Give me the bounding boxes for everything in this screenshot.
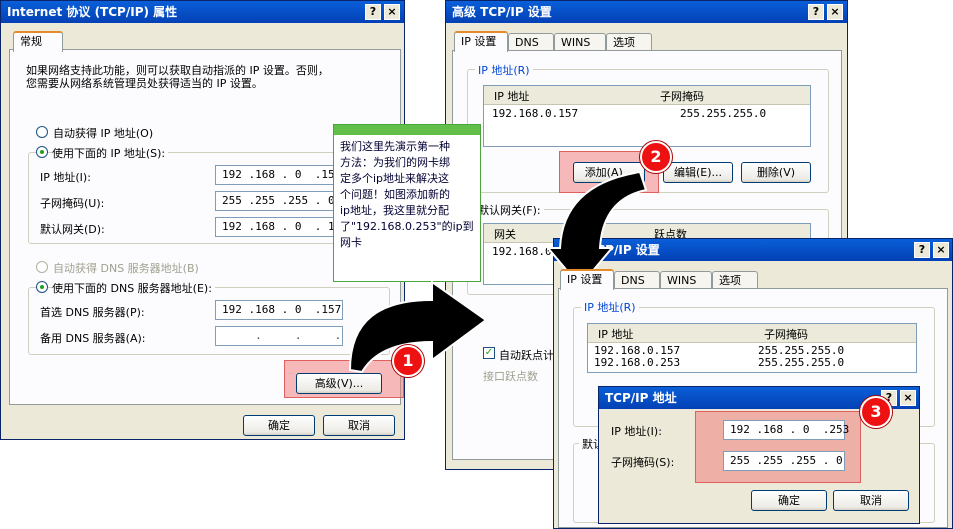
ip-address-list[interactable]: IP 地址 子网掩码 192.168.0.157 255.255.255.0: [483, 85, 811, 147]
alternate-dns-label: 备用 DNS 服务器(A):: [40, 332, 146, 345]
help-button[interactable]: ?: [808, 4, 824, 20]
window-title: TCP/IP 地址: [605, 391, 677, 405]
ok-button[interactable]: 确定: [751, 490, 827, 511]
tab-dns[interactable]: DNS: [614, 271, 660, 289]
window-title: Internet 协议 (TCP/IP) 属性: [7, 5, 178, 19]
manual-dns-label: 使用下面的 DNS 服务器地址(E):: [52, 280, 215, 296]
step-2-badge: 2: [640, 141, 672, 173]
close-button[interactable]: ×: [900, 390, 916, 406]
list-item-mask[interactable]: 255.255.255.0: [680, 107, 766, 120]
step-3-badge: 3: [860, 396, 892, 428]
ip-address-field[interactable]: 192 .168 . 0 .157: [215, 165, 343, 185]
subnet-mask-field[interactable]: 255 .255 .255 . 0: [723, 451, 845, 471]
window-titlebar[interactable]: Internet 协议 (TCP/IP) 属性: [1, 1, 404, 23]
auto-ip-radio[interactable]: [36, 126, 48, 138]
subnet-mask-label: 子网掩码(U):: [40, 197, 105, 210]
list-item[interactable]: 192.168.0.: [492, 245, 558, 258]
window-titlebar[interactable]: 高级 TCP/IP 设置: [446, 1, 847, 23]
auto-metric-label: 自动跃点计: [499, 349, 554, 362]
description-line-2: 您需要从网络系统管理员处获得适当的 IP 设置。: [26, 77, 263, 90]
close-button[interactable]: ×: [384, 4, 400, 20]
interface-metric-label: 接口跃点数: [483, 370, 538, 383]
cancel-button[interactable]: 取消: [833, 490, 909, 511]
manual-dns-radio[interactable]: [36, 281, 48, 293]
manual-ip-radio[interactable]: [36, 146, 48, 158]
tab-wins[interactable]: WINS: [554, 33, 606, 51]
ip-address-label: IP 地址(I):: [40, 171, 91, 184]
preferred-dns-label: 首选 DNS 服务器(P):: [40, 306, 145, 319]
mask-cell: 255.255.255.0: [680, 107, 767, 120]
tab-general[interactable]: 常规: [13, 31, 63, 52]
ip-address-field[interactable]: 192 .168 . 0 .253: [723, 420, 849, 440]
window-titlebar[interactable]: 高级 TCP/IP 设置: [554, 239, 952, 261]
alternate-dns-field[interactable]: . . .: [215, 326, 343, 346]
preferred-dns-field[interactable]: 192 .168 . 0 .157: [215, 300, 343, 320]
auto-metric-checkbox[interactable]: ✓: [483, 347, 495, 359]
note-text: 我们这里先演示第一种 方法：为我们的网卡绑 定多个ip地址来解决这 个问题！如图…: [340, 140, 474, 249]
auto-dns-radio[interactable]: [36, 261, 48, 273]
gateway-field[interactable]: 192 .168 . 0 . 1: [215, 217, 343, 237]
subnet-mask-field[interactable]: 255 .255 .255 . 0: [215, 191, 343, 211]
delete-button[interactable]: 删除(V): [741, 162, 811, 183]
list-item[interactable]: 192.168.0.253: [594, 356, 680, 369]
step-1-badge: 1: [392, 345, 424, 377]
auto-ip-label: 自动获得 IP 地址(O): [53, 127, 154, 140]
ip-address-label: IP 地址(I):: [611, 425, 662, 438]
col-gateway-header[interactable]: 网关: [494, 226, 516, 242]
add-button[interactable]: 添加(A)...: [573, 162, 645, 183]
tab-options[interactable]: 选项: [712, 271, 758, 289]
ip-address-group-label: IP 地址(R): [475, 62, 533, 78]
tab-wins[interactable]: WINS: [660, 271, 712, 289]
ip-cell: 192.168.0.157: [492, 107, 579, 120]
ip-address-list[interactable]: IP 地址 子网掩码 192.168.0.157 255.255.255.0 1…: [587, 323, 917, 373]
gateway-label: 默认网关(D):: [40, 223, 105, 236]
list-header: IP 地址 子网掩码: [588, 324, 916, 343]
advanced-button[interactable]: 高级(V)...: [296, 373, 382, 394]
help-button[interactable]: ?: [365, 4, 381, 20]
tab-ip-settings[interactable]: IP 设置: [454, 31, 508, 52]
ok-button[interactable]: 确定: [243, 415, 315, 436]
tab-ip-settings[interactable]: IP 设置: [560, 269, 614, 290]
auto-dns-label: 自动获得 DNS 服务器地址(B): [53, 262, 199, 275]
window-title: 高级 TCP/IP 设置: [452, 5, 552, 19]
annotation-note: 我们这里先演示第一种 方法：为我们的网卡绑 定多个ip地址来解决这 个问题！如图…: [333, 124, 481, 282]
list-header: IP 地址 子网掩码: [484, 86, 810, 105]
window-title: 高级 TCP/IP 设置: [560, 243, 660, 257]
tab-dns[interactable]: DNS: [508, 33, 554, 51]
edit-button[interactable]: 编辑(E)...: [663, 162, 733, 183]
col-ip-header[interactable]: IP 地址: [598, 326, 633, 342]
close-button[interactable]: ×: [827, 4, 843, 20]
list-item[interactable]: 192.168.0.157: [492, 107, 578, 120]
tab-options[interactable]: 选项: [606, 33, 652, 51]
note-header-bar: [334, 125, 480, 135]
help-button[interactable]: ?: [914, 242, 930, 258]
ip-address-group-label: IP 地址(R): [581, 299, 639, 315]
list-item-mask[interactable]: 255.255.255.0: [758, 356, 844, 369]
col-mask-header[interactable]: 子网掩码: [660, 88, 704, 104]
col-mask-header[interactable]: 子网掩码: [764, 326, 808, 342]
cancel-button[interactable]: 取消: [323, 415, 395, 436]
manual-ip-label: 使用下面的 IP 地址(S):: [52, 145, 169, 161]
gateway-group-label: 默认网关(F):: [475, 202, 544, 218]
col-ip-header[interactable]: IP 地址: [494, 88, 529, 104]
close-button[interactable]: ×: [933, 242, 949, 258]
subnet-mask-label: 子网掩码(S):: [611, 456, 675, 469]
